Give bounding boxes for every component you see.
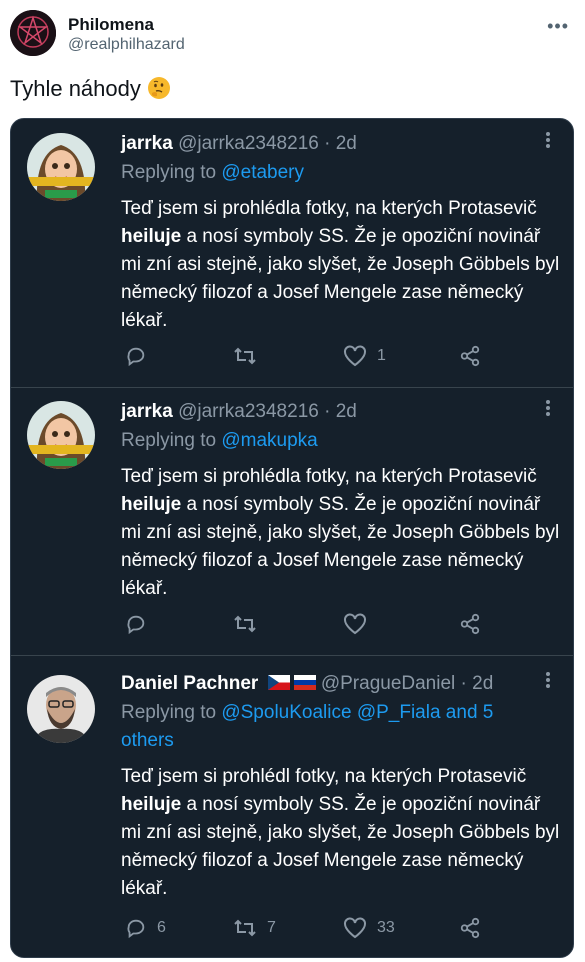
retweet-icon [234,615,256,633]
reply-count: 6 [157,919,166,936]
author-handle[interactable]: @realphilhazard [68,36,185,54]
heart-icon [344,345,366,367]
retweet-button[interactable] [233,345,267,367]
replying-to: Replying to @etabery [121,159,541,187]
vertical-ellipsis-icon[interactable] [545,131,551,154]
share-button[interactable] [459,613,481,635]
author-name[interactable]: Philomena [68,15,154,35]
vertical-ellipsis-icon[interactable] [545,399,551,422]
like-count: 1 [377,347,386,364]
tweet-bold-text: heiluje [121,494,182,515]
reply-button[interactable] [125,345,157,367]
avatar[interactable] [27,401,95,469]
avatar[interactable] [27,675,95,743]
tweet-text: a nosí symboly SS. Že je opoziční noviná… [121,794,560,899]
tweet-header: jarrka @jarrka2348216 · 2d [121,133,357,155]
handle-time[interactable]: @PragueDaniel · 2d [321,673,493,694]
retweet-icon [234,347,256,365]
share-icon [460,917,480,939]
tweet-bold-text: heiluje [121,226,182,247]
tweet-actions: 6 7 33 [121,917,501,943]
retweet-button[interactable]: 7 [233,917,276,939]
author-name[interactable]: Daniel Pachner [121,673,258,694]
avatar[interactable] [10,10,56,56]
share-icon [460,345,480,367]
reply-mention-link[interactable]: @makupka [221,430,317,451]
retweet-icon [234,919,256,937]
post-text: Tyhle náhody [10,76,171,102]
replying-prefix: Replying to [121,430,222,451]
tweet-text: Teď jsem si prohlédl fotky, na kterých P… [121,766,527,787]
replying-to: Replying to @makupka [121,427,541,455]
author-name[interactable]: jarrka [121,401,173,422]
tweet-text: a nosí symboly SS. Že je opoziční noviná… [121,226,560,331]
outer-post-header: Philomena @realphilhazard ••• [10,10,575,62]
heart-icon [344,613,366,635]
reply-button[interactable] [125,613,157,635]
reply-button[interactable]: 6 [125,917,166,939]
share-icon [460,613,480,635]
tweet-body: Teď jsem si prohlédl fotky, na kterých P… [121,763,561,903]
tweet-body: Teď jsem si prohlédla fotky, na kterých … [121,195,561,335]
tweet-header: jarrka @jarrka2348216 · 2d [121,401,357,423]
retweet-button[interactable] [233,613,267,635]
vertical-ellipsis-icon[interactable] [545,671,551,694]
tweet-actions [121,613,501,639]
handle-time[interactable]: @jarrka2348216 · 2d [178,401,357,422]
czech-flag-icon [267,675,290,690]
share-button[interactable] [459,345,481,367]
russian-flag-icon [293,675,316,690]
thinking-face-icon [147,77,170,99]
avatar[interactable] [27,133,95,201]
author-name[interactable]: jarrka [121,133,173,154]
tweet-text: a nosí symboly SS. Že je opoziční noviná… [121,494,560,599]
bearded-man-avatar-icon [27,675,95,743]
like-button[interactable] [343,613,377,635]
like-button[interactable]: 33 [343,917,395,939]
ellipsis-horizontal-icon[interactable]: ••• [547,16,569,37]
replying-prefix: Replying to [121,702,222,723]
replying-prefix: Replying to [121,162,222,183]
tweet-text: Teď jsem si prohlédla fotky, na kterých … [121,198,537,219]
cartoon-girl-avatar-icon [27,133,95,201]
reply-bubble-icon [127,615,145,635]
reply-mention-link[interactable]: @etabery [221,162,304,183]
tweet-bold-text: heiluje [121,794,182,815]
share-button[interactable] [459,917,481,939]
reply-bubble-icon [127,347,145,367]
heart-icon [344,917,366,939]
like-button[interactable]: 1 [343,345,386,367]
retweet-count: 7 [267,919,276,936]
tweet-body: Teď jsem si prohlédla fotky, na kterých … [121,463,561,603]
like-count: 33 [377,919,395,936]
tweet-item[interactable]: Daniel Pachner @PragueDaniel · 2d Replyi… [11,655,573,957]
replying-to: Replying to @SpoluKoalice @P_Fiala and 5… [121,699,541,755]
handle-time[interactable]: @jarrka2348216 · 2d [178,133,357,154]
pentagram-avatar-icon [10,10,56,56]
reply-bubble-icon [127,919,145,939]
tweet-item[interactable]: jarrka @jarrka2348216 · 2d Replying to @… [11,119,573,388]
tweet-actions: 1 [121,345,501,371]
tweet-header: Daniel Pachner @PragueDaniel · 2d [121,673,493,695]
quoted-tweets-card: jarrka @jarrka2348216 · 2d Replying to @… [10,118,574,958]
tweet-item[interactable]: jarrka @jarrka2348216 · 2d Replying to @… [11,387,573,656]
cartoon-girl-avatar-icon [27,401,95,469]
tweet-text: Teď jsem si prohlédla fotky, na kterých … [121,466,537,487]
post-text-content: Tyhle náhody [10,76,141,101]
